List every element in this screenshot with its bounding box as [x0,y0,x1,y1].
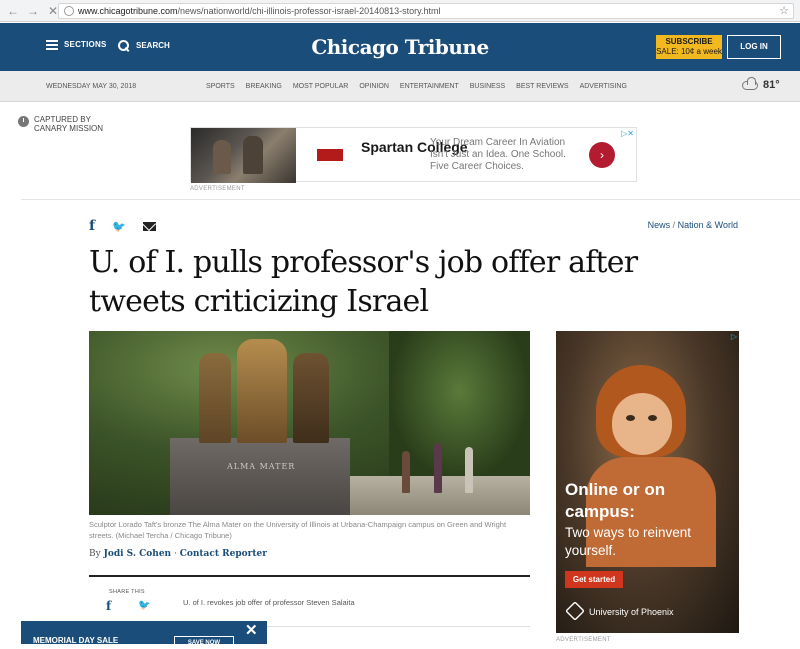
secondary-nav: WEDNESDAY MAY 30, 2018 SPORTS BREAKING M… [0,71,800,102]
top-advertisement[interactable]: Spartan College Your Dream Career In Avi… [190,127,637,183]
captured-watermark: CAPTURED BY CANARY MISSION [18,115,103,133]
ad-copy: Your Dream Career In Aviation Isn't Just… [430,137,566,172]
promo-banner[interactable]: MEMORIAL DAY SALE SAVE NOW ✕ [21,621,267,648]
captured-line1: CAPTURED BY [34,115,91,124]
contact-reporter-link[interactable]: Contact Reporter [180,549,267,559]
weather-widget[interactable]: 81° [742,76,780,91]
photo-caption: Sculptor Lorado Taft's bronze The Alma M… [89,520,507,540]
nav-link-opinion[interactable]: OPINION [359,83,389,90]
breadcrumb: News / Nation & World [648,220,738,230]
adchoices-icon[interactable]: ▷✕ [621,129,634,138]
photo-inscription: ALMA MATER [227,462,296,471]
article-headline: U. of I. pulls professor's job offer aft… [89,245,638,319]
side-advertisement[interactable]: Online or on campus: Two ways to reinven… [556,331,739,633]
nav-links: SPORTS BREAKING MOST POPULAR OPINION ENT… [206,83,638,90]
share-facebook-icon[interactable]: f [106,599,111,613]
ad-subtitle: Two ways to reinvent yourself. [565,525,692,558]
browser-toolbar: ← → ✕ www.chicagotribune.com/news/nation… [0,0,800,22]
photo-statue-right [293,353,329,443]
divider [21,199,800,200]
photo-person [434,443,442,493]
save-now-button[interactable]: SAVE NOW [174,636,234,648]
breadcrumb-nation-world[interactable]: Nation & World [678,220,738,230]
byline: By Jodi S. Cohen · Contact Reporter [89,549,267,559]
related-rule [255,626,530,627]
breadcrumb-separator: / [670,220,678,230]
author-link[interactable]: Jodi S. Cohen [104,549,172,559]
nav-link-entertainment[interactable]: ENTERTAINMENT [400,83,459,90]
email-icon[interactable] [142,221,156,231]
related-story-link[interactable]: U. of I. revokes job offer of professor … [183,598,355,607]
nav-link-breaking[interactable]: BREAKING [246,83,282,90]
current-date: WEDNESDAY MAY 30, 2018 [46,83,137,90]
page-info-icon[interactable] [64,6,74,16]
login-button[interactable]: LOG IN [727,35,781,59]
nav-link-sports[interactable]: SPORTS [206,83,235,90]
site-header: SECTIONS SEARCH Chicago Tribune SUBSCRIB… [0,23,800,71]
cloud-icon [742,76,758,90]
url-path: /news/nationworld/chi-illinois-professor… [177,6,441,16]
photo-person [402,451,410,493]
photo-pedestal [170,438,350,515]
adchoices-icon[interactable]: ▷ [731,332,737,341]
subscribe-label: SUBSCRIBE [665,37,713,46]
social-share-top: f 🐦 [89,218,156,234]
close-icon[interactable]: ✕ [245,623,258,638]
photo-statue-center [237,339,287,443]
nav-link-most-popular[interactable]: MOST POPULAR [293,83,349,90]
ad-label: ADVERTISEMENT [190,186,245,192]
photo-person [465,447,473,493]
share-label: SHARE THIS [109,589,145,595]
byline-separator: · [171,549,180,559]
ad-illustration-eye [626,415,635,421]
bookmark-star-icon[interactable]: ☆ [779,4,789,17]
weather-temp: 81° [763,79,780,91]
share-twitter-icon[interactable]: 🐦 [138,600,150,611]
url-host: www.chicagotribune.com [78,6,178,16]
spartan-logo-icon [317,149,343,161]
clock-icon [18,116,29,127]
ad-label: ADVERTISEMENT [556,637,611,643]
captured-line2: CANARY MISSION [34,124,104,133]
address-bar[interactable]: www.chicagotribune.com/news/nationworld/… [58,3,794,19]
subscribe-button[interactable]: SUBSCRIBE SALE: 10¢ a week [656,35,722,59]
back-icon[interactable]: ← [6,4,20,18]
article-photo[interactable]: ALMA MATER [89,331,530,515]
get-started-button[interactable]: Get started [565,571,623,588]
nav-link-best-reviews[interactable]: BEST REVIEWS [516,83,568,90]
facebook-icon[interactable]: f [89,218,95,234]
breadcrumb-news[interactable]: News [648,220,671,230]
nav-link-advertising[interactable]: ADVERTISING [580,83,627,90]
ad-title: Online or on campus: [565,480,666,521]
section-rule [89,575,530,577]
twitter-icon[interactable]: 🐦 [112,220,126,233]
ad-arrow-button[interactable]: › [589,142,615,168]
photo-statue-left [199,353,231,443]
ad-illustration-eye [648,415,657,421]
nav-link-business[interactable]: BUSINESS [470,83,505,90]
byline-prefix: By [89,549,104,559]
ad-illustration-face [612,393,672,455]
photo-trees [389,331,530,481]
forward-icon[interactable]: → [26,4,40,18]
subscribe-offer: SALE: 10¢ a week [656,47,722,56]
ad-image [191,128,296,183]
ad-logo: University of Phoenix [589,607,674,617]
